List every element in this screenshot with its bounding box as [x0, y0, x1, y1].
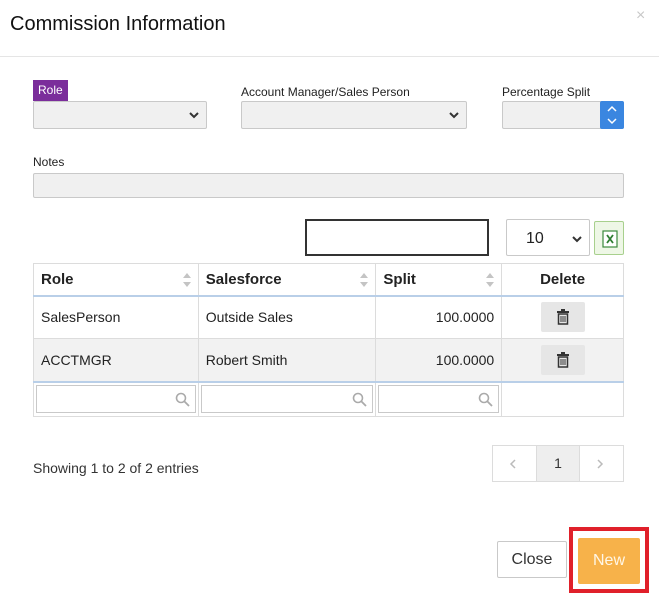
chevron-left-icon: [509, 459, 516, 469]
notes-input[interactable]: [33, 173, 624, 198]
filter-cell-salesforce: [197, 380, 377, 417]
column-header-salesforce[interactable]: Salesforce: [197, 263, 377, 297]
chevron-up-icon[interactable]: [606, 104, 618, 114]
page-length-select[interactable]: 10: [506, 219, 590, 256]
filter-cell-role: [33, 380, 199, 417]
page-length-value: 10: [526, 230, 544, 247]
sort-icon: [486, 273, 495, 287]
cell-role: ACCTMGR: [33, 338, 199, 382]
column-header-split[interactable]: Split: [375, 263, 503, 297]
chevron-right-icon: [597, 459, 604, 469]
next-page-button[interactable]: [580, 446, 623, 481]
chevron-down-icon: [189, 112, 199, 119]
trash-icon: [556, 309, 569, 325]
column-header-delete: Delete: [501, 263, 624, 297]
notes-label: Notes: [33, 155, 65, 169]
chevron-down-icon: [449, 112, 459, 119]
column-header-label: Role: [41, 270, 74, 288]
chevron-down-icon[interactable]: [606, 116, 618, 126]
filter-row: [33, 380, 624, 417]
column-header-role[interactable]: Role: [33, 263, 199, 297]
cell-salesforce: Robert Smith: [197, 338, 377, 382]
filter-input-role[interactable]: [36, 385, 196, 414]
prev-page-button[interactable]: [493, 446, 536, 481]
account-manager-label: Account Manager/Sales Person: [241, 85, 410, 99]
filter-input-split[interactable]: [378, 385, 500, 414]
spinner-buttons[interactable]: [600, 101, 624, 129]
filter-cell-delete: [501, 380, 624, 417]
pagination: 1: [492, 445, 624, 482]
account-manager-select[interactable]: [241, 101, 467, 129]
search-icon: [175, 392, 190, 407]
cell-role: SalesPerson: [33, 295, 199, 339]
delete-button[interactable]: [540, 344, 585, 375]
close-icon[interactable]: ×: [636, 7, 645, 25]
modal-header: Commission Information ×: [0, 0, 659, 57]
filter-input-salesforce[interactable]: [200, 385, 374, 414]
role-label: Role: [33, 80, 68, 101]
delete-button[interactable]: [540, 302, 585, 333]
percentage-split-label: Percentage Split: [502, 85, 591, 99]
chevron-down-icon: [572, 236, 582, 243]
search-icon: [353, 392, 368, 407]
page-number-1[interactable]: 1: [535, 446, 581, 481]
commission-table: Role Salesforce Split Delete SalesPerson…: [33, 263, 624, 417]
cell-split: 100.0000: [375, 338, 503, 382]
table-info: Showing 1 to 2 of 2 entries: [33, 460, 199, 476]
modal-title: Commission Information: [10, 13, 226, 35]
trash-icon: [556, 351, 569, 368]
table-header-row: Role Salesforce Split Delete: [33, 263, 624, 297]
percentage-split-input[interactable]: [502, 101, 624, 129]
sort-icon: [182, 273, 191, 287]
cell-split: 100.0000: [375, 295, 503, 339]
column-header-label: Salesforce: [205, 270, 282, 288]
cell-delete: [501, 295, 624, 339]
excel-export-button[interactable]: [594, 221, 624, 255]
cell-salesforce: Outside Sales: [197, 295, 377, 339]
role-select[interactable]: [33, 101, 207, 129]
cell-delete: [501, 338, 624, 382]
table-row: ACCTMGR Robert Smith 100.0000: [33, 338, 624, 382]
excel-export-icon: [602, 230, 618, 248]
table-row: SalesPerson Outside Sales 100.0000: [33, 295, 624, 339]
search-icon: [478, 392, 493, 407]
filter-cell-split: [375, 380, 503, 417]
column-header-label: Split: [383, 270, 416, 288]
close-button[interactable]: Close: [497, 541, 567, 578]
table-search-input[interactable]: [305, 219, 489, 256]
new-button[interactable]: New: [578, 538, 640, 584]
sort-icon: [360, 273, 369, 287]
